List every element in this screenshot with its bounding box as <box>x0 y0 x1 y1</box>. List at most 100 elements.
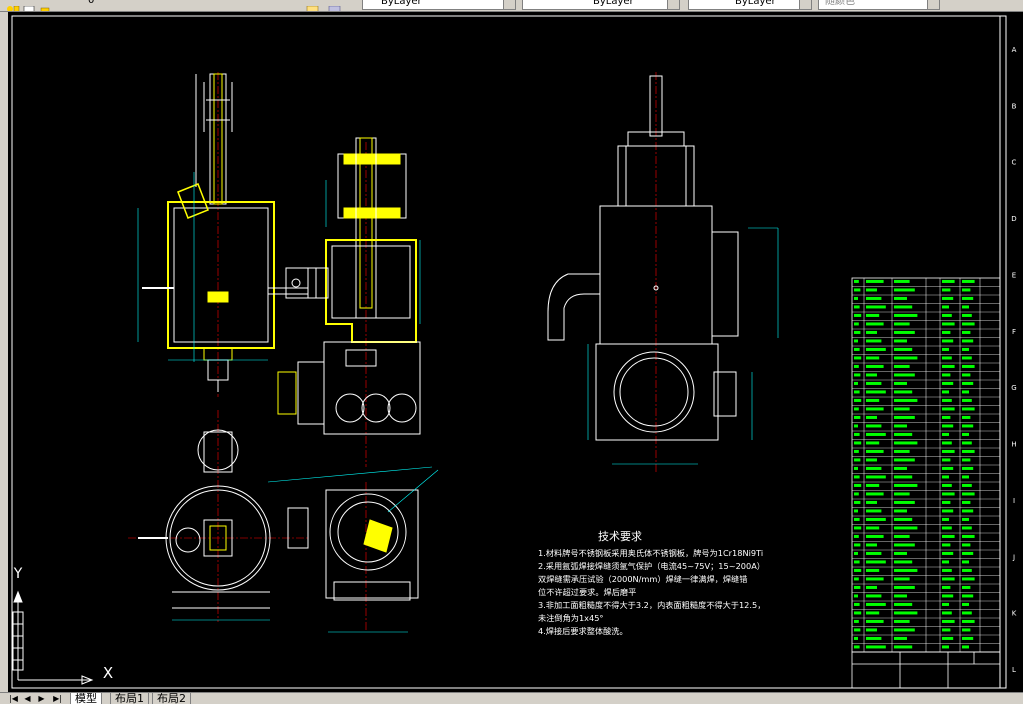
tab-layout1[interactable]: 布局1 <box>110 693 149 704</box>
bom-entry-mark <box>962 407 975 411</box>
lineweight-combo[interactable]: ByLayer <box>688 0 812 10</box>
bom-entry-mark <box>866 441 880 445</box>
last-tab-button[interactable]: ▶| <box>52 693 63 704</box>
bom-entry-mark <box>962 458 971 462</box>
bom-entry-mark <box>866 543 877 547</box>
first-tab-button[interactable]: |◀ <box>8 693 19 704</box>
border-letter: A <box>1012 46 1017 54</box>
bom-entry-mark <box>894 390 913 394</box>
bom-entry-mark <box>894 475 913 479</box>
bom-entry-mark <box>942 296 954 300</box>
bom-entry-mark <box>854 339 858 343</box>
tech-requirement-line: 位不许超过要求。焊后磨平 <box>538 587 636 597</box>
chevron-down-icon <box>927 0 939 9</box>
bom-entry-mark <box>854 415 861 419</box>
bom-entry-mark <box>866 330 877 334</box>
bom-entry-mark <box>942 407 955 411</box>
layer-combo-value: 0 <box>88 0 95 6</box>
bom-entry-mark <box>942 560 949 564</box>
bom-entry-mark <box>894 577 910 581</box>
bom-entry-mark <box>962 390 969 394</box>
bom-entry-mark <box>854 449 859 453</box>
bom-entry-mark <box>942 475 949 479</box>
bom-entry-mark <box>942 594 954 598</box>
bom-entry-mark <box>942 619 955 623</box>
bom-entry-mark <box>854 585 861 589</box>
prev-tab-button[interactable]: ◀ <box>22 693 33 704</box>
bom-entry-mark <box>854 322 859 326</box>
border-letter: D <box>1011 215 1016 223</box>
bom-entry-mark <box>894 432 913 436</box>
bom-entry-mark <box>854 645 860 649</box>
bom-entry-mark <box>854 347 860 351</box>
bom-entry-mark <box>866 432 886 436</box>
make-object-layer-current-icon[interactable] <box>306 0 320 11</box>
tech-requirement-line: 未注倒角为1x45° <box>538 613 604 623</box>
bom-entry-mark <box>866 364 884 368</box>
bom-entry-mark <box>962 330 971 334</box>
bom-entry-mark <box>894 441 918 445</box>
plotstyle-combo[interactable]: 随颜色 <box>818 0 940 10</box>
bom-entry-mark <box>942 483 952 487</box>
tab-model[interactable]: 模型 <box>70 693 102 704</box>
bom-entry-mark <box>894 407 910 411</box>
bom-entry-mark <box>942 381 954 385</box>
linetype-combo-value: ByLayer <box>593 0 634 7</box>
bom-entry-mark <box>962 305 969 309</box>
bom-entry-mark <box>962 356 972 360</box>
layer-color-icon[interactable] <box>22 0 36 11</box>
bom-entry-mark <box>866 347 886 351</box>
bom-entry-mark <box>962 398 972 402</box>
left-plan-view <box>128 410 433 622</box>
bom-entry-mark <box>962 339 974 343</box>
border-letters: A B C D E F G H I J K L <box>1011 46 1016 674</box>
bom-entry-mark <box>942 313 952 317</box>
bom-entry-mark <box>962 517 969 521</box>
bom-entry-mark <box>894 517 913 521</box>
bom-entry-mark <box>866 449 884 453</box>
next-tab-button[interactable]: ▶ <box>36 693 47 704</box>
layer-combo[interactable]: 0 <box>64 0 300 9</box>
bom-entry-mark <box>854 619 859 623</box>
right-assembly-view <box>547 72 779 472</box>
middle-elevation-view <box>277 137 421 467</box>
tech-requirement-line: 4.焊接后要求整体酸洗。 <box>538 626 628 636</box>
bom-entry-mark <box>854 551 858 555</box>
color-combo[interactable]: ByLayer <box>362 0 516 10</box>
bom-entry-mark <box>894 543 915 547</box>
bom-entry-mark <box>962 543 971 547</box>
bom-entry-mark <box>866 475 886 479</box>
bom-entry-mark <box>894 288 915 292</box>
bom-entry-mark <box>962 441 972 445</box>
drawing-canvas[interactable]: ABCDEFGHIJKL 技术要求 1.材料牌号不锈钢板采用奥氏体不锈钢板，牌号… <box>8 12 1023 692</box>
bom-entry-mark <box>866 509 882 513</box>
properties-toolbar: 0 ByLayer ByLayer ByLayer 随颜色 <box>0 0 1023 12</box>
bom-entry-mark <box>854 432 860 436</box>
bom-entry-mark <box>894 305 913 309</box>
bom-entry-mark <box>866 577 884 581</box>
bom-entry-mark <box>854 500 861 504</box>
tab-layout2[interactable]: 布局2 <box>152 693 191 704</box>
bom-entry-mark <box>942 441 952 445</box>
border-letter: F <box>1012 328 1016 336</box>
bom-entry-mark <box>854 381 858 385</box>
layer-state-icon[interactable] <box>6 0 20 11</box>
ucs-icon <box>12 590 94 685</box>
bom-entry-mark <box>942 347 949 351</box>
layer-previous-icon[interactable] <box>328 0 342 11</box>
layer-lock-icon[interactable] <box>38 0 52 11</box>
bom-entry-mark <box>854 313 862 317</box>
bom-entry-mark <box>866 526 880 530</box>
bom-entry-mark <box>894 568 918 572</box>
bom-entry-mark <box>962 424 974 428</box>
bom-entry-mark <box>854 492 859 496</box>
bom-entry-mark <box>854 364 859 368</box>
bom-entry-mark <box>866 636 882 640</box>
bom-entry-mark <box>866 645 886 649</box>
linetype-combo[interactable]: ByLayer <box>522 0 680 10</box>
lineweight-combo-value: ByLayer <box>735 0 776 7</box>
bom-entry-mark <box>894 594 907 598</box>
bom-entry-mark <box>942 458 951 462</box>
bom-entry-mark <box>854 398 862 402</box>
bom-entry-mark <box>962 628 971 632</box>
